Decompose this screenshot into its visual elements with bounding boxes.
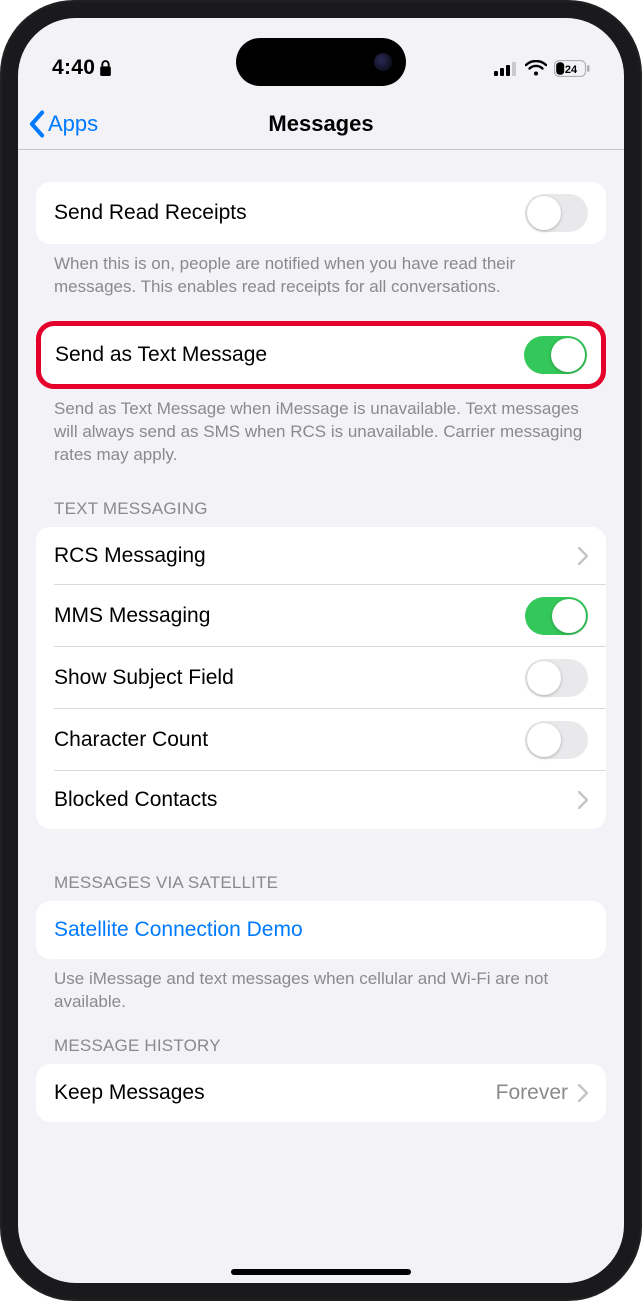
chevron-left-icon xyxy=(28,110,46,138)
page-title: Messages xyxy=(268,111,373,137)
lock-icon xyxy=(99,60,112,77)
row-label: Show Subject Field xyxy=(54,666,234,690)
status-left: 4:40 xyxy=(52,56,112,80)
home-indicator[interactable] xyxy=(231,1269,411,1275)
wifi-icon xyxy=(525,60,547,76)
toggle-read-receipts[interactable] xyxy=(525,194,588,232)
group-header-satellite: MESSAGES VIA SATELLITE xyxy=(36,873,606,901)
device-frame: 4:40 xyxy=(0,0,642,1301)
dynamic-island xyxy=(236,38,406,86)
group-satellite: MESSAGES VIA SATELLITE Satellite Connect… xyxy=(36,873,606,1014)
row-mms-messaging[interactable]: MMS Messaging xyxy=(36,585,606,647)
row-blocked-contacts[interactable]: Blocked Contacts xyxy=(36,771,606,829)
toggle-subject[interactable] xyxy=(525,659,588,697)
row-send-as-text[interactable]: Send as Text Message xyxy=(41,326,601,384)
nav-bar: Apps Messages xyxy=(18,98,624,150)
toggle-charcount[interactable] xyxy=(525,721,588,759)
battery-icon: 24 xyxy=(554,60,590,77)
group-send-as-text: Send as Text Message Send as Text Messag… xyxy=(36,321,606,467)
row-label: Keep Messages xyxy=(54,1081,205,1105)
row-label: Send Read Receipts xyxy=(54,201,247,225)
group-header-text-messaging: TEXT MESSAGING xyxy=(36,499,606,527)
status-time: 4:40 xyxy=(52,56,95,80)
row-satellite-demo[interactable]: Satellite Connection Demo xyxy=(36,901,606,959)
back-button[interactable]: Apps xyxy=(28,110,98,138)
status-right: 24 xyxy=(494,60,590,77)
chevron-right-icon xyxy=(578,1084,588,1102)
camera-icon xyxy=(374,53,392,71)
group-history: MESSAGE HISTORY Keep Messages Forever xyxy=(36,1036,606,1122)
row-label: Send as Text Message xyxy=(55,343,267,367)
group-header-history: MESSAGE HISTORY xyxy=(36,1036,606,1064)
row-label: Character Count xyxy=(54,728,208,752)
footer-send-as-text: Send as Text Message when iMessage is un… xyxy=(36,389,606,467)
group-text-messaging: TEXT MESSAGING RCS Messaging MMS Messagi… xyxy=(36,499,606,829)
footer-read-receipts: When this is on, people are notified whe… xyxy=(36,244,606,299)
row-character-count[interactable]: Character Count xyxy=(36,709,606,771)
svg-text:24: 24 xyxy=(565,64,578,76)
group-read-receipts: Send Read Receipts When this is on, peop… xyxy=(36,182,606,299)
content[interactable]: Send Read Receipts When this is on, peop… xyxy=(18,150,624,1283)
toggle-mms[interactable] xyxy=(525,597,588,635)
row-label: RCS Messaging xyxy=(54,544,206,568)
chevron-right-icon xyxy=(578,791,588,809)
row-show-subject[interactable]: Show Subject Field xyxy=(36,647,606,709)
back-label: Apps xyxy=(48,111,98,137)
row-label: Blocked Contacts xyxy=(54,788,217,812)
toggle-send-as-text[interactable] xyxy=(524,336,587,374)
row-label: MMS Messaging xyxy=(54,604,210,628)
row-label: Satellite Connection Demo xyxy=(54,918,303,942)
row-keep-messages[interactable]: Keep Messages Forever xyxy=(36,1064,606,1122)
row-value: Forever xyxy=(496,1081,568,1105)
highlight-send-as-text: Send as Text Message xyxy=(36,321,606,389)
screen: 4:40 xyxy=(18,18,624,1283)
footer-satellite: Use iMessage and text messages when cell… xyxy=(36,959,606,1014)
row-read-receipts[interactable]: Send Read Receipts xyxy=(36,182,606,244)
chevron-right-icon xyxy=(578,547,588,565)
row-rcs-messaging[interactable]: RCS Messaging xyxy=(36,527,606,585)
cellular-icon xyxy=(494,61,518,76)
